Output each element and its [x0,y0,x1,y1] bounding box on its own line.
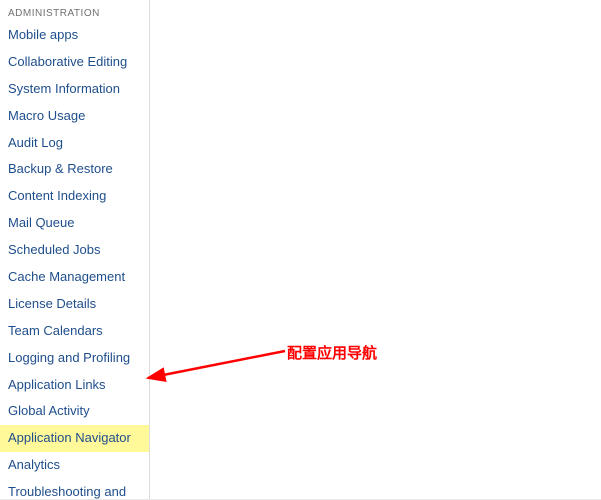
nav-item[interactable]: Backup & Restore [0,156,149,183]
nav-item[interactable]: Collaborative Editing [0,49,149,76]
nav-item[interactable]: License Details [0,291,149,318]
sidebar: ADMINISTRATIONMobile appsCollaborative E… [0,0,150,499]
nav-item[interactable]: Logging and Profiling [0,345,149,372]
nav-item[interactable]: Scheduled Jobs [0,237,149,264]
nav-item[interactable]: Macro Usage [0,103,149,130]
nav-item[interactable]: Analytics [0,452,149,479]
nav-item[interactable]: Mobile apps [0,22,149,49]
nav-item[interactable]: Global Activity [0,398,149,425]
nav-item[interactable]: Cache Management [0,264,149,291]
nav-item[interactable]: Troubleshooting and support tools [0,479,149,499]
nav-item[interactable]: Audit Log [0,130,149,157]
nav-item[interactable]: Application Navigator [0,425,149,452]
annotation-label: 配置应用导航 [287,342,377,363]
section-header: ADMINISTRATION [0,0,149,22]
nav-item[interactable]: Application Links [0,372,149,399]
nav-item[interactable]: Mail Queue [0,210,149,237]
nav-item[interactable]: System Information [0,76,149,103]
nav-item[interactable]: Team Calendars [0,318,149,345]
nav-item[interactable]: Content Indexing [0,183,149,210]
